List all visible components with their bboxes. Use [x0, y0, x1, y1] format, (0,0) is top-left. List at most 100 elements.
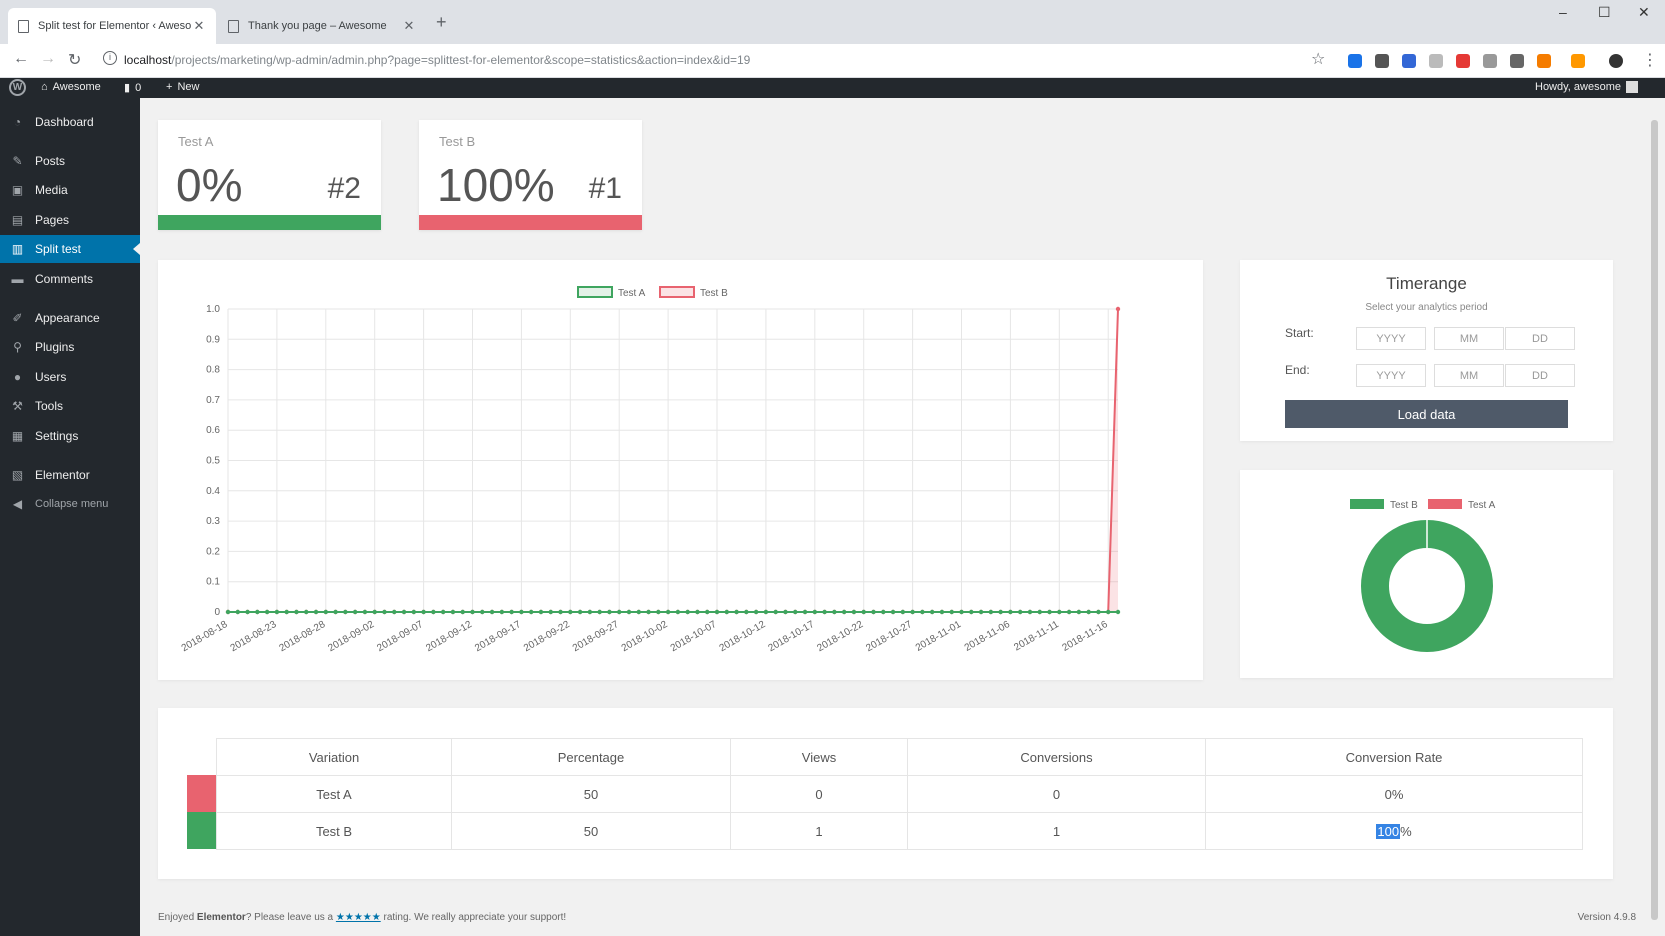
sidebar-item-pages[interactable]: ▤ Pages [0, 206, 140, 234]
browser-menu-icon[interactable]: ⋮ [1642, 50, 1658, 70]
selected-text[interactable]: 100 [1376, 823, 1401, 839]
extension-icon[interactable] [1483, 54, 1497, 68]
close-window-button[interactable]: ✕ [1638, 4, 1650, 21]
x-tick-label: 2018-11-01 [914, 619, 964, 654]
point-test-a [411, 609, 417, 615]
tab-title: Thank you page – Awesome [248, 20, 387, 32]
extension-icon[interactable] [1402, 54, 1416, 68]
sidebar-item-label: Split test [35, 242, 82, 256]
point-test-a [577, 609, 583, 615]
close-tab-icon[interactable]: ✕ [402, 18, 416, 34]
site-name-link[interactable]: ⌂ Awesome [41, 81, 101, 93]
browser-tab-thank-you[interactable]: Thank you page – Awesome ✕ [218, 8, 426, 44]
end-day-input[interactable] [1505, 364, 1575, 387]
x-tick-label: 2018-10-07 [669, 619, 719, 654]
point-test-a [538, 609, 544, 615]
point-test-a [568, 609, 573, 615]
point-test-a [509, 609, 514, 615]
point-test-a [440, 609, 446, 615]
sidebar-item-label: Pages [35, 213, 70, 227]
close-tab-icon[interactable]: ✕ [192, 18, 206, 34]
sidebar-item-split-test[interactable]: ▥ Split test [0, 235, 140, 263]
browser-tab-split-test[interactable]: Split test for Elementor ‹ Aweso ✕ [8, 8, 216, 44]
point-test-a [665, 609, 671, 615]
document-icon [18, 19, 29, 33]
split-test-icon: ▥ [11, 242, 24, 256]
sidebar-item-users[interactable]: ● Users [0, 363, 140, 391]
x-tick-label: 2018-11-11 [1012, 619, 1061, 654]
comments-link[interactable]: ▮ 0 [124, 81, 141, 95]
comments-icon: ▬ [11, 272, 24, 286]
x-tick-label: 2018-09-12 [424, 619, 474, 654]
point-test-a [910, 609, 915, 615]
bookmark-star-icon[interactable]: ☆ [1311, 49, 1325, 69]
timerange-panel: Timerange Select your analytics period S… [1240, 260, 1613, 441]
start-day-input[interactable] [1505, 327, 1575, 350]
x-tick-label: 2018-09-27 [571, 619, 621, 654]
elementor-icon: ▧ [11, 468, 24, 482]
minimize-button[interactable]: – [1559, 4, 1567, 20]
url-field[interactable]: localhost/projects/marketing/wp-admin/ad… [124, 53, 750, 67]
extension-icon[interactable] [1571, 54, 1585, 68]
wrench-icon: ⚒ [12, 399, 23, 413]
legend-swatch [1428, 499, 1462, 509]
legend-label: Test A [618, 288, 646, 299]
sidebar-item-dashboard[interactable]: ◔ Dashboard [0, 108, 140, 136]
point-test-a [636, 609, 641, 615]
wordpress-logo-icon[interactable]: W [9, 79, 26, 96]
sidebar-item-appearance[interactable]: ✐ Appearance [0, 304, 140, 332]
url-path: /projects/marketing/wp-admin/admin.php?p… [171, 53, 751, 67]
y-tick-label: 0.4 [206, 486, 220, 497]
extension-icon[interactable] [1348, 54, 1362, 68]
extension-icon[interactable] [1537, 54, 1551, 68]
account-menu[interactable]: Howdy, awesome [1535, 81, 1638, 93]
back-arrow-icon[interactable]: ← [13, 50, 29, 68]
rate-suffix: % [1400, 823, 1412, 839]
sidebar-item-elementor[interactable]: ▧ Elementor [0, 461, 140, 489]
percentage-cell: 50 [451, 775, 731, 813]
new-content-link[interactable]: + New [166, 81, 199, 93]
views-cell: 0 [730, 775, 908, 813]
start-year-input[interactable] [1356, 327, 1426, 350]
point-test-a [861, 609, 866, 615]
point-test-a [558, 609, 563, 615]
sidebar-item-settings[interactable]: ▦ Settings [0, 422, 140, 450]
rating-stars-link[interactable]: ★★★★★ [336, 912, 381, 923]
admin-sidebar: ◔ Dashboard ✎ Posts ▣ Media ▤ Pages ▥ Split t… [0, 98, 140, 936]
point-test-a [998, 609, 1003, 615]
load-data-button[interactable]: Load data [1285, 400, 1568, 428]
end-year-input[interactable] [1356, 364, 1426, 387]
extension-icon[interactable] [1456, 54, 1470, 68]
start-month-input[interactable] [1434, 327, 1504, 350]
footer-brand: Elementor [196, 912, 246, 923]
new-tab-button[interactable]: + [436, 12, 447, 33]
collapse-menu-button[interactable]: ◀ Collapse menu [0, 490, 140, 518]
profile-icon[interactable] [1609, 54, 1623, 68]
point-test-a [949, 609, 954, 615]
end-month-input[interactable] [1434, 364, 1504, 387]
sidebar-item-plugins[interactable]: ⚲ Plugins [0, 333, 140, 361]
sidebar-item-comments[interactable]: ▬ Comments [0, 265, 140, 293]
footer-text: rating. We really appreciate your suppor… [380, 912, 567, 923]
point-test-a [294, 609, 299, 615]
point-test-a [1047, 609, 1052, 615]
y-tick-label: 0.8 [206, 365, 220, 376]
sidebar-item-media[interactable]: ▣ Media [0, 176, 140, 204]
sidebar-item-posts[interactable]: ✎ Posts [0, 147, 140, 175]
point-test-a [881, 609, 886, 615]
page-scrollbar[interactable] [1651, 120, 1658, 920]
extension-icon[interactable] [1429, 54, 1443, 68]
column-header: Variation [216, 738, 452, 776]
info-icon[interactable]: i [103, 51, 117, 65]
extension-icon[interactable] [1375, 54, 1389, 68]
reload-icon[interactable]: ↻ [68, 50, 81, 70]
maximize-button[interactable]: ☐ [1598, 4, 1611, 21]
sidebar-item-tools[interactable]: ⚒ Tools [0, 392, 140, 420]
point-test-a [832, 609, 837, 615]
legend-label: Test B [1390, 500, 1418, 511]
point-test-a [714, 609, 720, 615]
extension-icon[interactable] [1510, 54, 1524, 68]
point-test-a [245, 609, 250, 615]
forward-arrow-icon[interactable]: → [40, 50, 56, 68]
stat-card-test-a: Test A 0% #2 [158, 120, 381, 230]
